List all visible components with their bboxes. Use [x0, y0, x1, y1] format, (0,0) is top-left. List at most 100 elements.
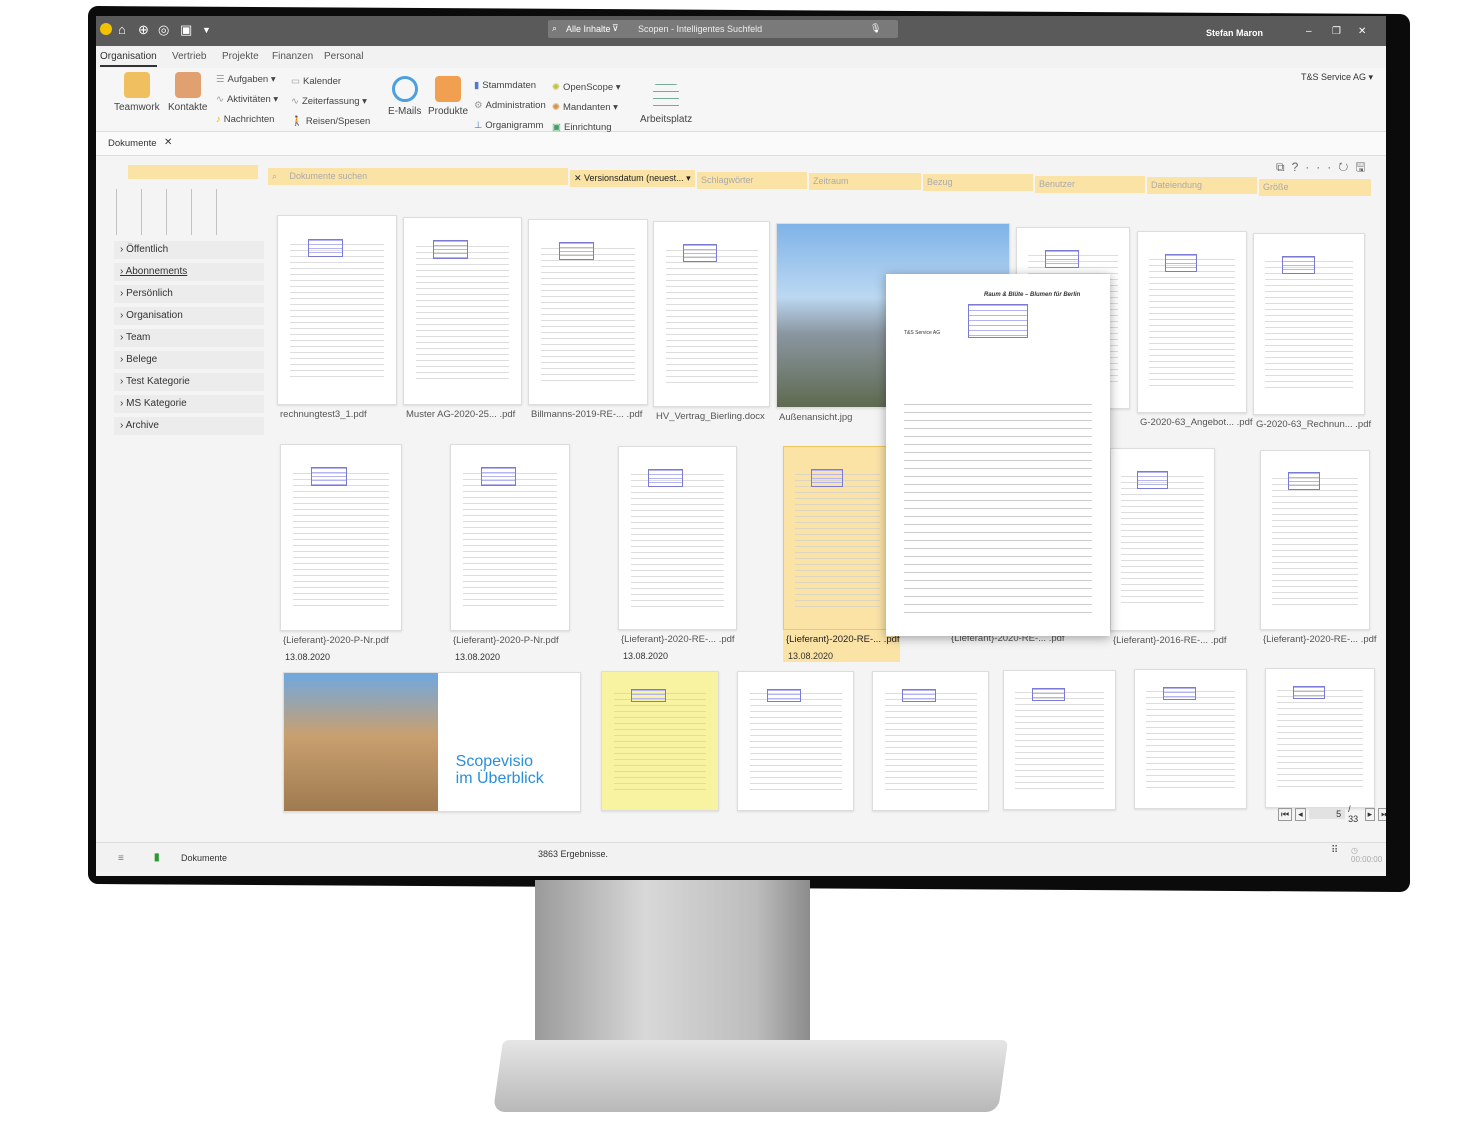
pagination: ⏮ ◂ 5 / 33 ▸ ⏭ — [1278, 804, 1386, 824]
document-date: 13.08.2020 — [455, 652, 501, 662]
stamp-table — [433, 240, 469, 259]
stamp-table — [307, 238, 343, 258]
document-thumbnail[interactable] — [618, 446, 737, 630]
document-name[interactable]: Billmanns-2019-RE-... .pdf — [531, 409, 642, 420]
document-name[interactable]: {Lieferant}-2020-P-Nr.pdf — [453, 635, 559, 646]
text-lines — [1015, 691, 1104, 793]
document-name[interactable]: Außenansicht.jpg — [779, 412, 852, 423]
status-module: Dokumente — [181, 853, 228, 863]
stamp-table — [648, 468, 684, 488]
stamp-table — [1293, 685, 1326, 700]
preview-body — [904, 404, 1092, 616]
text-lines — [293, 472, 389, 608]
document-grid: rechnungtest3_1.pdf Muster AG-2020-25... … — [96, 16, 1386, 876]
stamp-table — [1162, 686, 1197, 701]
stamp-table — [810, 468, 843, 488]
text-lines — [794, 474, 881, 608]
timer-value: 00:00:00 — [1351, 855, 1383, 864]
status-bar: ≡ ▮ Dokumente 3863 Ergebnisse. ⠿ ◷ 00:00… — [96, 842, 1386, 872]
result-count: 3863 Ergebnisse. — [538, 849, 609, 859]
document-date: 13.08.2020 — [285, 652, 331, 662]
document-name[interactable]: {Lieferant}-2020-RE-... .pdf — [621, 634, 735, 645]
notes-icon[interactable]: ≡ — [118, 853, 124, 864]
signal-icon: ▮ — [154, 852, 160, 863]
app-window: ⌂ ⊕ ◎ ▣ ▼ ⌕ Alle Inhalte ⊽ Scopen - Inte… — [96, 16, 1386, 876]
stamp-table — [1031, 687, 1066, 702]
document-thumbnail[interactable] — [1265, 668, 1375, 808]
text-lines — [884, 692, 977, 794]
stamp-table — [901, 688, 937, 703]
document-thumbnail[interactable] — [872, 671, 989, 811]
company-name: T&S Service AG — [1301, 72, 1367, 82]
text-lines — [1276, 689, 1364, 791]
document-thumbnail[interactable] — [1260, 450, 1370, 630]
preview-stamp — [968, 304, 1028, 338]
text-lines — [1265, 261, 1353, 393]
timer: ◷ 00:00:00 — [1351, 846, 1383, 864]
grid-view-icon[interactable]: ⠿ — [1331, 845, 1338, 856]
document-thumbnail[interactable] — [601, 671, 719, 811]
stamp-table — [480, 467, 516, 486]
document-name[interactable]: G-2020-63_Rechnun... .pdf — [1256, 419, 1371, 430]
stamp-table — [558, 242, 594, 261]
document-name[interactable]: rechnungtest3_1.pdf — [280, 409, 367, 420]
document-name[interactable]: {Lieferant}-2020-RE-... .pdf — [786, 634, 900, 645]
stamp-table — [766, 688, 802, 703]
preview-heading: Raum & Blüte – Blumen für Berlin — [984, 292, 1081, 298]
document-date: 13.08.2020 — [788, 651, 834, 661]
company-selector[interactable]: T&S Service AG ▾ — [1301, 72, 1373, 83]
document-name[interactable]: {Lieferant}-2016-RE-... .pdf — [1113, 635, 1227, 646]
document-name[interactable]: G-2020-63_Angebot... .pdf — [1140, 417, 1253, 428]
document-thumbnail[interactable] — [1110, 448, 1215, 631]
document-thumbnail[interactable] — [528, 219, 648, 405]
text-lines — [1121, 476, 1204, 609]
document-name[interactable]: Muster AG-2020-25... .pdf — [406, 409, 515, 420]
last-page-button[interactable]: ⏭ — [1378, 807, 1386, 821]
text-lines — [613, 692, 707, 794]
stamp-table — [1288, 472, 1321, 491]
document-thumbnail[interactable] — [737, 671, 854, 811]
text-lines — [630, 474, 725, 608]
promo-thumbnail[interactable]: Scopevisio im Überblick — [283, 672, 581, 812]
text-lines — [415, 245, 510, 382]
text-lines — [1271, 477, 1359, 608]
document-thumbnail[interactable] — [403, 217, 522, 405]
document-thumbnail[interactable] — [277, 215, 397, 405]
text-lines — [462, 472, 558, 608]
next-page-button[interactable]: ▸ — [1364, 807, 1376, 821]
document-thumbnail[interactable] — [1003, 670, 1116, 810]
text-lines — [289, 244, 385, 382]
promo-title: Scopevisio — [455, 753, 534, 771]
promo-subtitle: im Überblick — [455, 770, 544, 788]
stamp-table — [682, 244, 718, 263]
document-thumbnail[interactable] — [1253, 233, 1365, 415]
monitor-stand-neck — [535, 880, 810, 1050]
stamp-table — [311, 467, 347, 486]
text-lines — [749, 692, 842, 794]
document-thumbnail[interactable] — [280, 444, 402, 631]
building-photo — [284, 673, 438, 811]
stamp-table — [631, 688, 666, 703]
page-input[interactable]: 5 — [1308, 809, 1346, 819]
page-total: / 33 — [1348, 804, 1359, 824]
text-lines — [1146, 690, 1235, 792]
document-thumbnail[interactable] — [1134, 669, 1247, 809]
document-name[interactable]: {Lieferant}-2020-P-Nr.pdf — [283, 635, 389, 646]
document-name[interactable]: HV_Vertrag_Bierling.docx — [656, 411, 765, 422]
document-thumbnail[interactable] — [1137, 231, 1247, 413]
document-thumbnail[interactable] — [450, 444, 570, 631]
stamp-table — [1136, 470, 1168, 489]
stamp-table — [1281, 255, 1315, 274]
text-lines — [540, 247, 636, 382]
document-preview-popup: Raum & Blüte – Blumen für Berlin T&S Ser… — [886, 274, 1110, 636]
stamp-table — [1045, 249, 1079, 268]
stamp-table — [1165, 253, 1198, 272]
document-thumbnail[interactable] — [783, 446, 892, 630]
prev-page-button[interactable]: ◂ — [1295, 807, 1306, 821]
document-date: 13.08.2020 — [623, 651, 669, 661]
document-name[interactable]: {Lieferant}-2020-RE-... .pdf — [1263, 634, 1377, 645]
text-lines — [665, 249, 758, 384]
first-page-button[interactable]: ⏮ — [1278, 807, 1293, 821]
text-lines — [1148, 259, 1236, 391]
document-thumbnail[interactable] — [653, 221, 770, 407]
